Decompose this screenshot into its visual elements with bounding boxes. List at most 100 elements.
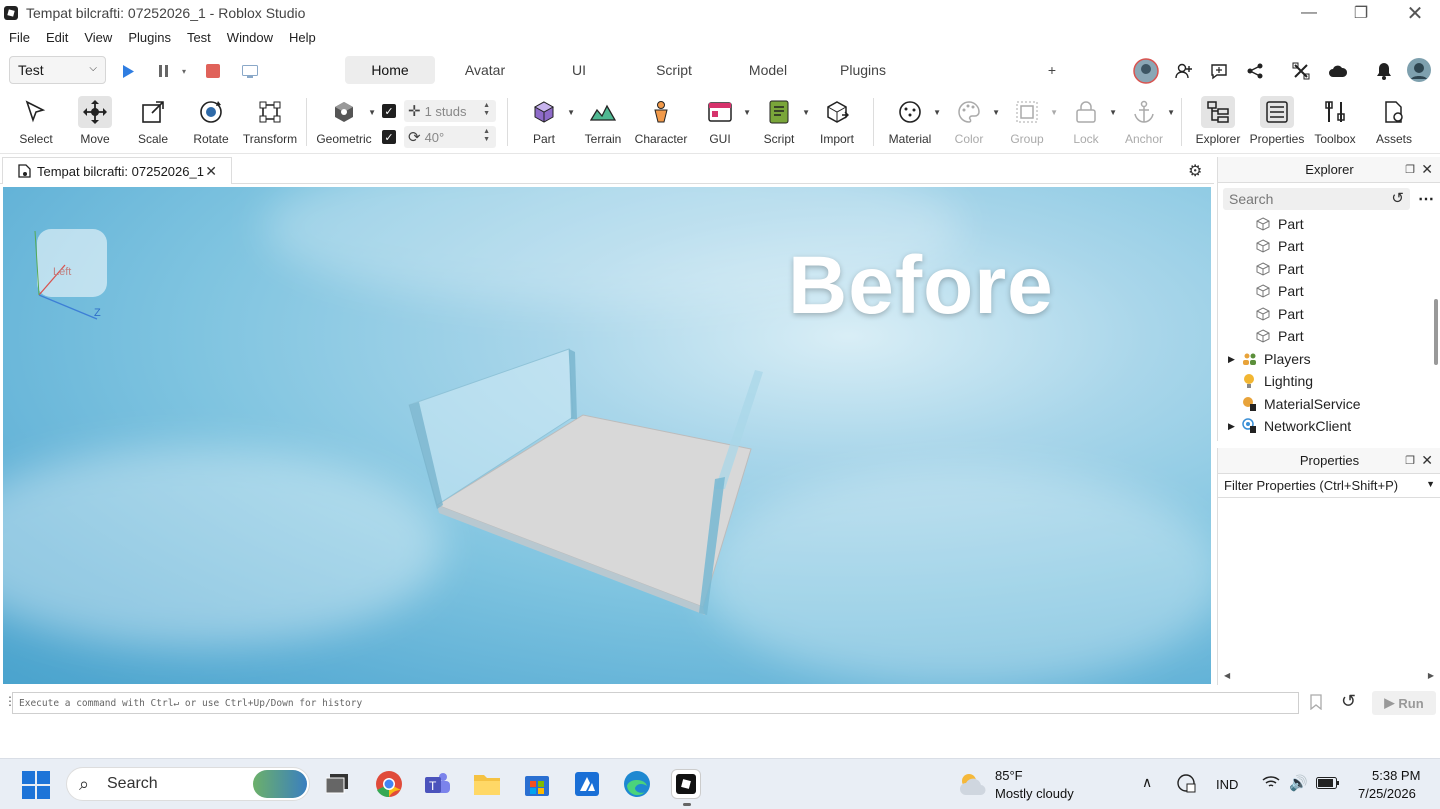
tab-model[interactable]: Model [723,56,813,84]
anchor-tool[interactable]: Anchor ▼ [1115,96,1175,150]
command-input[interactable]: Execute a command with Ctrl↵ or use Ctrl… [12,692,1299,714]
rotate-snap-input[interactable]: ⟳ 40° ▲ ▼ [404,126,496,148]
menu-edit[interactable]: Edit [46,30,68,45]
properties-toggle[interactable]: Properties [1248,96,1306,150]
group-tool[interactable]: Group ▼ [998,96,1058,150]
move-snap-checkbox[interactable]: ✓ [382,104,396,118]
wifi-icon[interactable] [1262,775,1280,792]
scroll-right-icon[interactable]: ▶ [1428,671,1434,683]
lock-tool[interactable]: Lock ▼ [1057,96,1117,150]
show-hidden-icons-chevron[interactable]: ∧ [1142,774,1152,791]
script-tool[interactable]: Script ▼ [750,96,810,150]
tree-item-part[interactable]: Part [1256,325,1304,347]
pause-dropdown-icon[interactable]: ▾ [171,58,197,84]
tab-home[interactable]: Home [345,56,435,84]
import-tool[interactable]: Import [808,96,866,150]
tab-avatar[interactable]: Avatar [440,56,530,84]
assets-toggle[interactable]: Assets [1365,96,1423,150]
tree-item-lighting[interactable]: Lighting [1242,370,1313,392]
run-command-button[interactable]: ▶ Run [1372,691,1436,715]
close-window-button[interactable]: ✕ [1388,0,1440,26]
settings-gear-icon[interactable]: ⚙ [1188,161,1202,181]
chrome-app[interactable] [374,769,404,799]
taskbar-search[interactable]: ⌕ Search [66,767,310,801]
close-panel-icon[interactable]: ✕ [1421,161,1433,178]
clock-time[interactable]: 5:38 PM [1372,768,1420,783]
tree-item-part[interactable]: Part [1256,258,1304,280]
character-tool[interactable]: Character [632,96,690,150]
teams-app[interactable]: T [422,769,452,799]
spinner-icon[interactable]: ▲ ▼ [483,102,490,118]
play-button[interactable] [115,58,141,84]
scroll-left-icon[interactable]: ◀ [1224,671,1230,683]
transform-tool[interactable]: Transform [241,96,299,150]
stop-button[interactable] [200,58,226,84]
expand-arrow-icon[interactable]: ▶ [1228,354,1235,365]
weather-widget[interactable] [958,771,988,800]
geometric-pivot-tool[interactable]: Geometric ▼ [314,96,376,150]
cloud-button[interactable] [1325,58,1351,84]
undock-icon[interactable]: ❐ [1405,163,1415,176]
history-icon[interactable]: ↺ [1391,189,1404,207]
tree-item-material-service[interactable]: MaterialService [1242,393,1360,415]
rotate-tool[interactable]: Rotate [182,96,240,150]
windows-start-button[interactable] [22,771,50,802]
toolbox-toggle[interactable]: Toolbox [1306,96,1364,150]
explorer-toggle[interactable]: Explorer [1189,96,1247,150]
collaborate-button[interactable] [1288,58,1314,84]
tree-item-part[interactable]: Part [1256,303,1304,325]
scale-tool[interactable]: Scale [124,96,182,150]
menu-plugins[interactable]: Plugins [128,30,171,45]
azure-app[interactable] [572,769,602,799]
menu-file[interactable]: File [9,30,30,45]
minimize-button[interactable]: — [1282,0,1336,26]
chat-button[interactable] [1206,58,1232,84]
volume-icon[interactable]: 🔊 [1289,774,1308,792]
chevron-down-icon[interactable]: ▼ [1426,479,1435,489]
rotate-snap-checkbox[interactable]: ✓ [382,130,396,144]
explorer-search-input[interactable]: Search ↺ [1223,188,1410,210]
bookmark-icon[interactable] [1310,694,1322,713]
move-snap-input[interactable]: ✛ 1 studs ▲ ▼ [404,100,496,122]
properties-hscrollbar[interactable]: ◀ ▶ [1224,671,1434,683]
undock-icon[interactable]: ❐ [1405,454,1415,467]
material-tool[interactable]: Material ▼ [881,96,941,150]
notifications-button[interactable] [1371,58,1397,84]
tree-item-players[interactable]: ▶ Players [1228,348,1311,370]
device-emulator-button[interactable] [237,58,263,84]
tree-item-part[interactable]: Part [1256,213,1304,235]
menu-test[interactable]: Test [187,30,211,45]
menu-view[interactable]: View [84,30,112,45]
tab-ui[interactable]: UI [534,56,624,84]
color-tool[interactable]: Color ▼ [940,96,1000,150]
place-document-tab[interactable]: Tempat bilcrafti: 07252026_1 ✕ [2,157,232,184]
clock-date[interactable]: 7/25/2026 [1358,786,1416,801]
add-friend-button[interactable] [1171,58,1197,84]
tree-item-part[interactable]: Part [1256,235,1304,257]
3d-viewport[interactable]: Left Z Before [3,187,1211,684]
menu-help[interactable]: Help [289,30,316,45]
filter-properties-input[interactable]: Filter Properties (Ctrl+Shift+P) ▼ [1218,474,1440,498]
command-history-icon[interactable]: ↺ [1341,691,1356,712]
expand-arrow-icon[interactable]: ▶ [1228,421,1235,432]
edge-app[interactable] [622,769,652,799]
spinner-icon[interactable]: ▲ ▼ [483,128,490,144]
close-tab-icon[interactable]: ✕ [205,163,217,180]
restore-button[interactable]: ❐ [1334,0,1388,26]
select-tool[interactable]: Select [7,96,65,150]
tab-script[interactable]: Script [629,56,719,84]
test-mode-select[interactable]: Test ⌵ [9,56,106,84]
tree-item-network-client[interactable]: ▶ NetworkClient [1228,415,1351,437]
terrain-tool[interactable]: Terrain [574,96,632,150]
explorer-scrollbar[interactable] [1434,299,1438,365]
close-panel-icon[interactable]: ✕ [1421,452,1433,469]
network-status-icon[interactable] [1176,773,1196,796]
more-options-icon[interactable]: ⋯ [1418,189,1434,209]
input-language[interactable]: IND [1216,777,1238,792]
tab-plugins[interactable]: Plugins [818,56,908,84]
add-tab-button[interactable]: + [1040,56,1064,84]
profile-avatar[interactable] [1405,56,1433,84]
move-tool[interactable]: Move [66,96,124,150]
battery-icon[interactable] [1316,777,1340,792]
roblox-studio-app[interactable] [671,769,701,799]
